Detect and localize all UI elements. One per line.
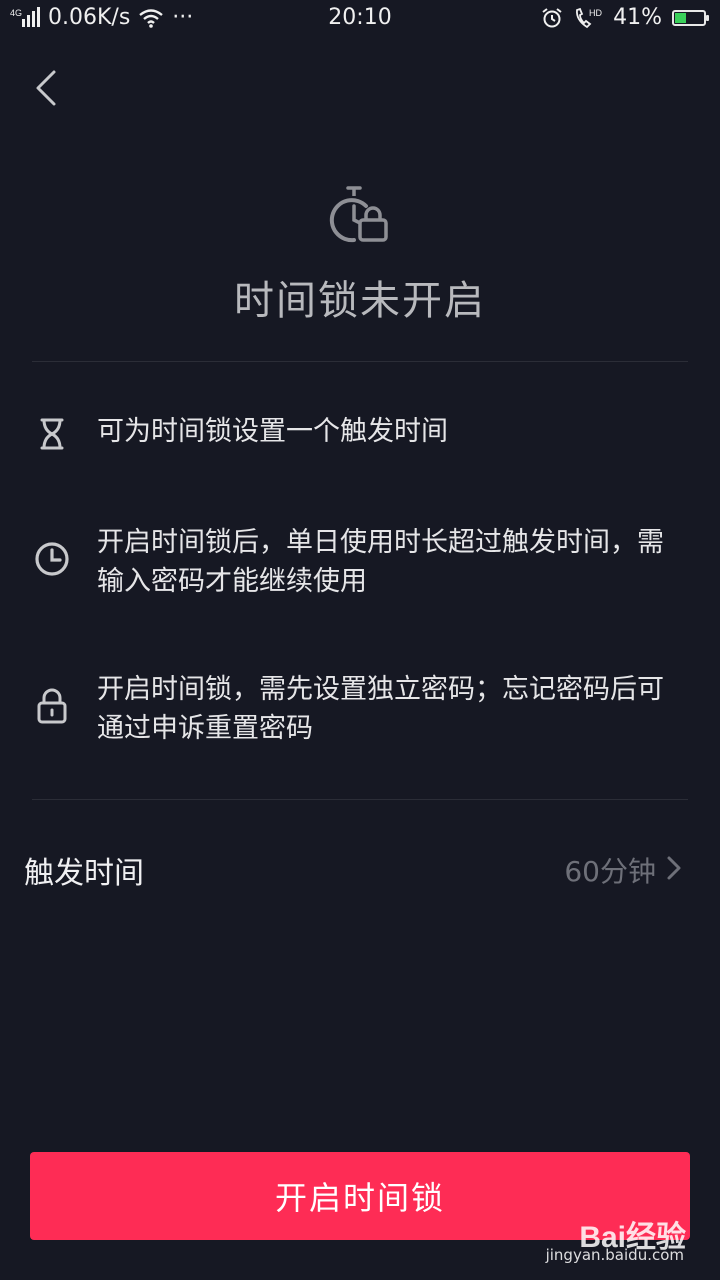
trigger-time-label: 触发时间 <box>24 856 144 891</box>
chevron-left-icon <box>36 70 56 106</box>
status-bar: 4G 0.06K/s ··· 20:10 HD 41% <box>0 0 720 38</box>
lock-icon <box>37 688 67 724</box>
back-button[interactable] <box>28 64 68 112</box>
battery-percent: 41% <box>613 5 662 30</box>
divider-top <box>32 361 688 362</box>
alarm-icon <box>542 7 562 27</box>
hd-call-icon: HD <box>576 7 603 28</box>
feature-text: 开启时间锁后，单日使用时长超过触发时间，需输入密码才能继续使用 <box>97 527 664 597</box>
page-title: 时间锁未开启 <box>234 278 486 324</box>
status-right: HD 41% <box>541 5 709 30</box>
hd-label: HD <box>589 8 602 18</box>
clock-icon <box>35 542 69 576</box>
watermark-url: jingyan.baidu.com <box>545 1246 684 1264</box>
feature-text: 开启时间锁，需先设置独立密码；忘记密码后可通过申诉重置密码 <box>97 674 664 744</box>
feature-text: 可为时间锁设置一个触发时间 <box>97 416 448 447</box>
divider-bottom <box>32 799 688 800</box>
battery-icon <box>672 9 709 26</box>
battery-fill <box>675 12 687 23</box>
hourglass-icon <box>40 418 64 450</box>
chevron-right-icon <box>667 856 681 880</box>
trigger-time-value: 60分钟 <box>564 855 656 888</box>
timer-lock-icon <box>329 186 388 243</box>
trigger-time-row[interactable]: 触发时间 60分钟 <box>0 830 720 904</box>
watermark: Bai经验 jingyan.baidu.com <box>546 1212 686 1264</box>
